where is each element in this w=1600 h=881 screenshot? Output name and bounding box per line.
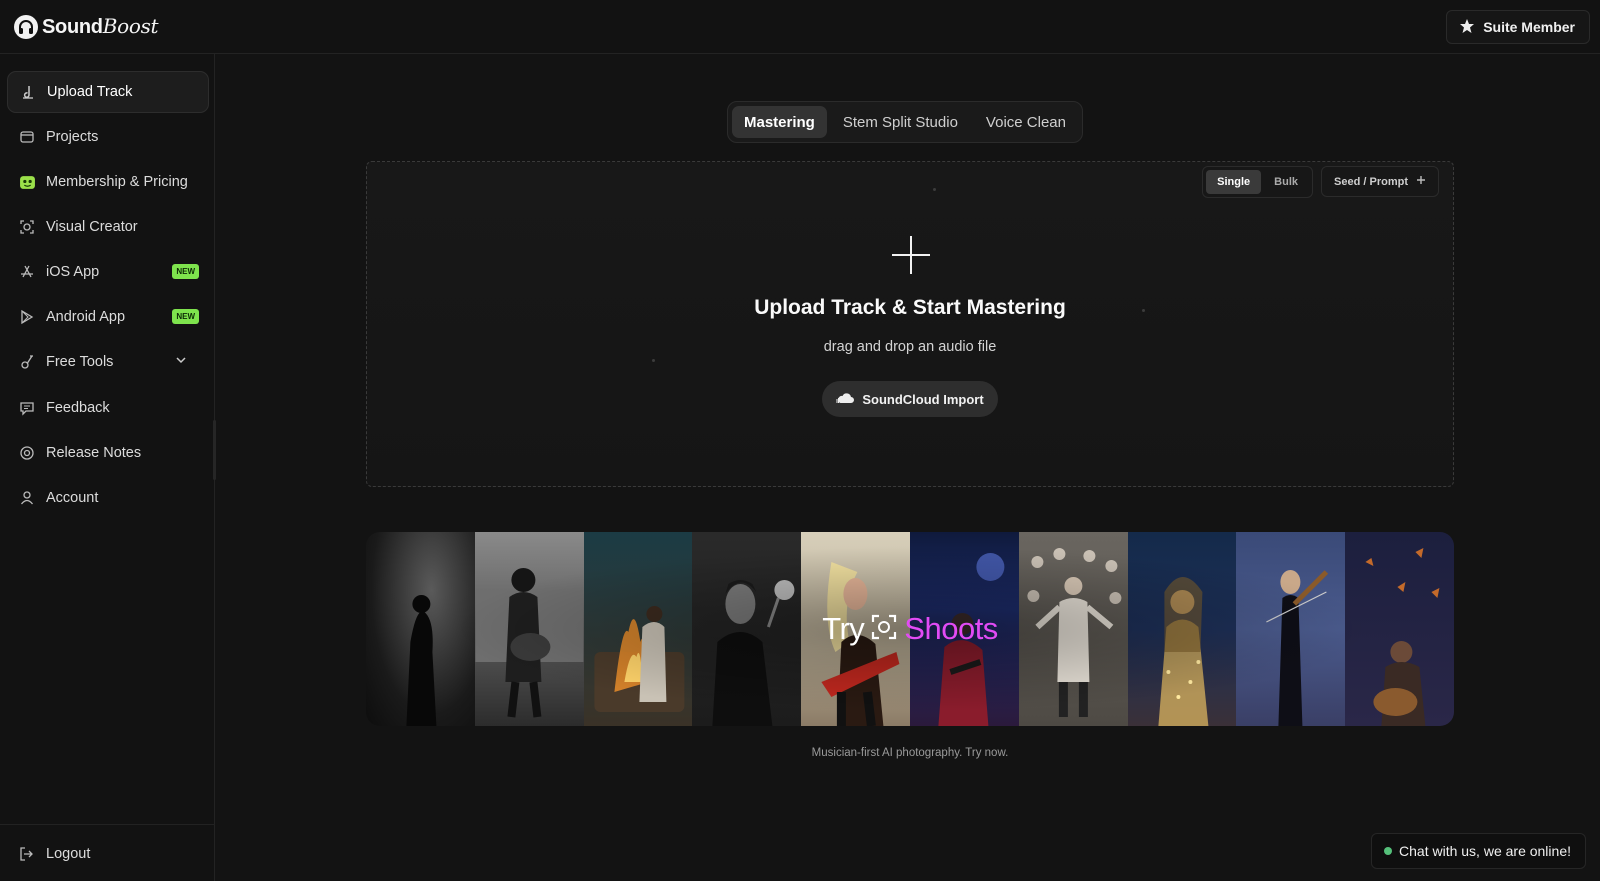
mode-single-button[interactable]: Single [1206,170,1262,194]
sidebar-item-label: Visual Creator [46,219,138,235]
sidebar-item-label: Account [46,490,99,506]
music-note-icon [19,83,37,101]
sidebar-item-label: iOS App [46,264,100,280]
shoots-label: Shoots [904,611,998,646]
online-status-dot [1384,847,1393,855]
tab-voice-clean[interactable]: Voice Clean [974,106,1078,138]
sidebar-item-label: Projects [46,129,99,145]
sidebar-item-label: Feedback [46,400,110,416]
live-chat-label: Chat with us, we are online! [1399,843,1571,859]
upload-title: Upload Track & Start Mastering [754,296,1066,319]
logo[interactable]: SoundBoost [14,14,159,39]
sidebar-item-projects[interactable]: Projects [7,116,209,158]
play-store-icon [18,308,36,326]
suite-member-button[interactable]: Suite Member [1446,10,1590,44]
sidebar-item-account[interactable]: Account [7,477,209,519]
chevron-down-icon[interactable] [175,354,187,370]
decor-dot [652,359,655,362]
seed-prompt-label: Seed / Prompt [1334,175,1408,188]
banner-caption: Musician-first AI photography. Try now. [811,747,1009,759]
upload-subtitle: drag and drop an audio file [823,339,997,355]
sidebar-item-label: Android App [46,309,126,325]
chat-icon [18,399,36,417]
add-upload-icon[interactable] [892,236,930,274]
shoots-banner[interactable]: Try Shoots [366,532,1454,726]
top-bar: SoundBoost Suite Member [0,0,1600,54]
mode-bulk-button[interactable]: Bulk [1263,170,1309,194]
banner-overlay: Try Shoots [366,532,1454,726]
tab-mastering[interactable]: Mastering [732,106,827,138]
sidebar-item-feedback[interactable]: Feedback [7,387,209,429]
sidebar-item-free-tools[interactable]: Free Tools [7,341,209,383]
new-badge: NEW [172,309,199,324]
cloud-icon [836,392,855,407]
tab-stem-split-studio[interactable]: Stem Split Studio [831,106,970,138]
try-label: Try [822,611,865,646]
logout-icon [18,845,36,863]
sidebar-item-ios-app[interactable]: iOS App NEW [7,251,209,293]
upload-dropzone[interactable]: Single Bulk Seed / Prompt Upload Track &… [366,161,1454,487]
sidebar-item-label: Membership & Pricing [46,174,188,190]
suite-member-label: Suite Member [1483,19,1575,35]
logout-button[interactable]: Logout [7,833,209,875]
sidebar-item-upload-track[interactable]: Upload Track [7,71,209,113]
sidebar-item-membership[interactable]: Membership & Pricing [7,161,209,203]
shoots-camera-icon [870,613,898,646]
upload-mode-toggle: Single Bulk [1202,166,1313,198]
sidebar-item-release-notes[interactable]: Release Notes [7,432,209,474]
star-icon [1459,18,1475,37]
sidebar-item-android-app[interactable]: Android App NEW [7,296,209,338]
sidebar-item-label: Release Notes [46,445,142,461]
app-store-icon [18,263,36,281]
live-chat-button[interactable]: Chat with us, we are online! [1371,833,1586,869]
sidebar-divider [0,824,215,825]
decor-dot [933,188,936,191]
tools-icon [18,353,36,371]
headphones-icon [14,14,38,39]
sidebar-item-label: Free Tools [46,354,114,370]
logout-label: Logout [46,846,91,862]
folder-icon [18,128,36,146]
new-badge: NEW [172,264,199,279]
membership-badge-icon [18,173,36,191]
user-icon [18,489,36,507]
soundcloud-import-button[interactable]: SoundCloud Import [822,381,998,417]
plus-icon [1416,175,1426,188]
focus-frame-icon [18,218,36,236]
logo-text: SoundBoost [42,14,159,38]
sidebar: Upload Track Projects Membership & Prici… [0,54,215,881]
sidebar-item-visual-creator[interactable]: Visual Creator [7,206,209,248]
mode-tabs: Mastering Stem Split Studio Voice Clean [727,101,1083,143]
sidebar-item-label: Upload Track [47,84,133,100]
seed-prompt-button[interactable]: Seed / Prompt [1321,166,1439,197]
release-icon [18,444,36,462]
soundcloud-import-label: SoundCloud Import [862,391,984,407]
sidebar-scrollbar[interactable] [213,420,216,480]
